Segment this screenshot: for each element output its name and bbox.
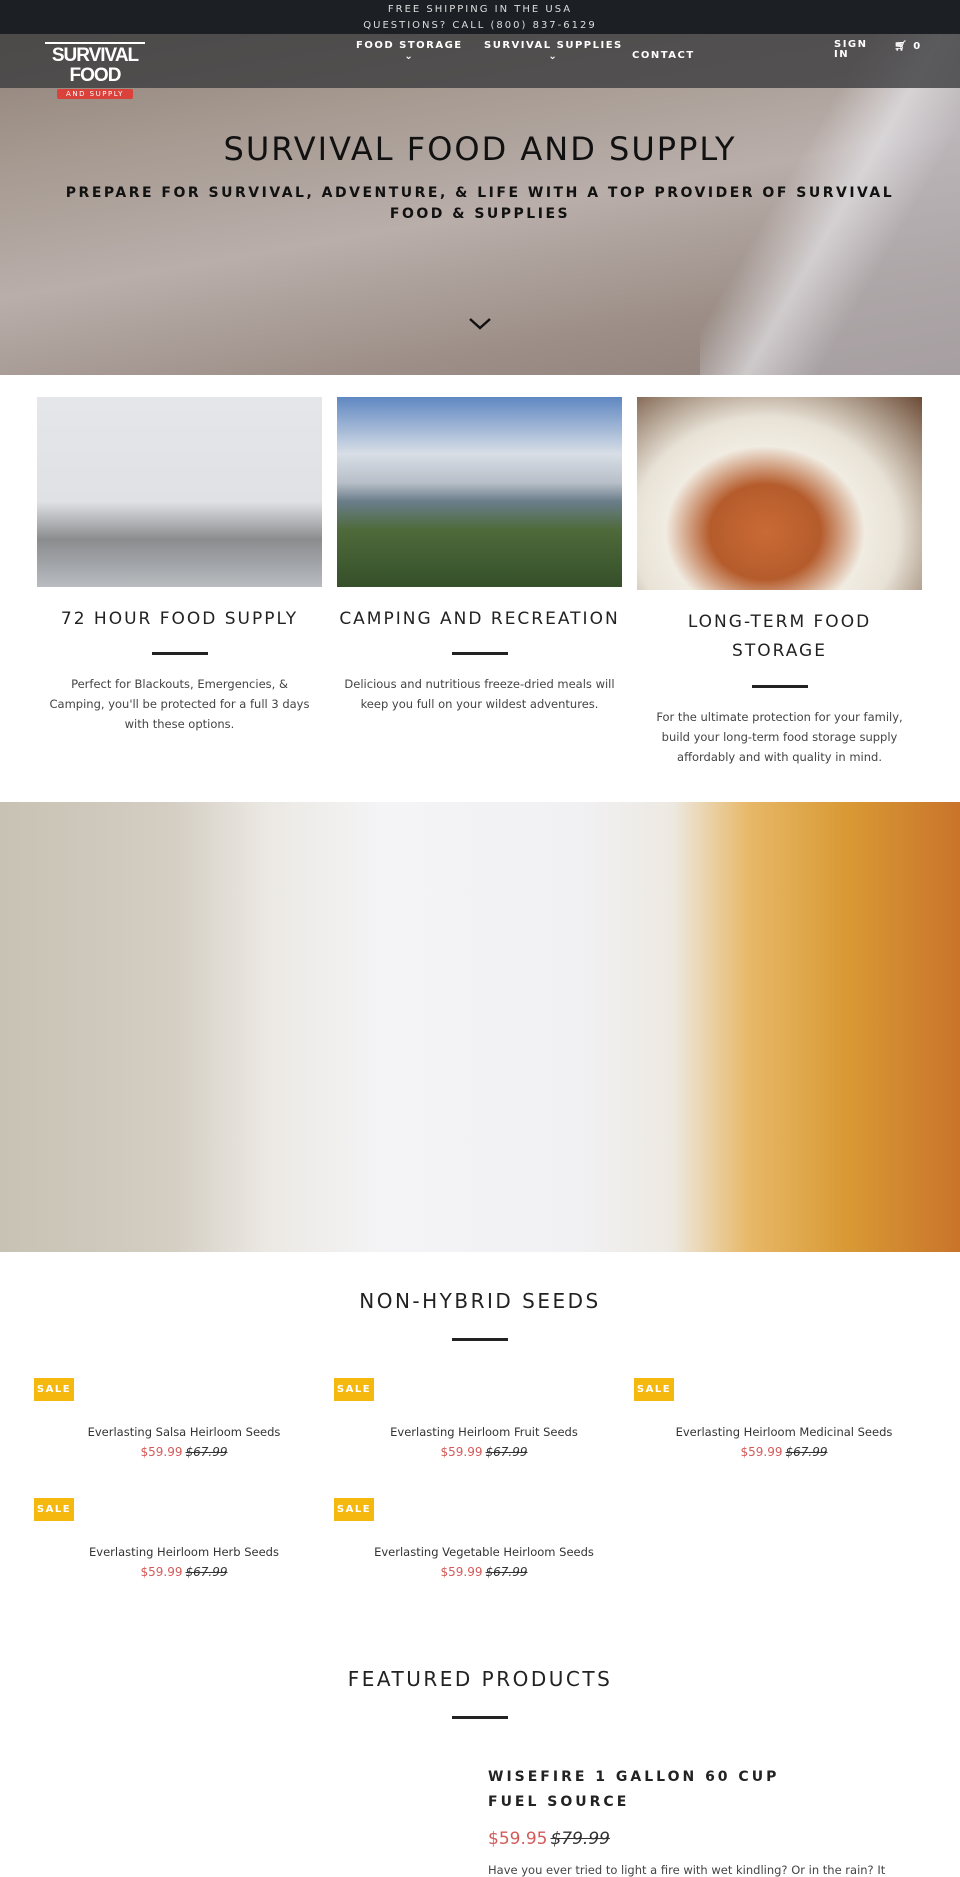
card-image-lasagna[interactable] — [637, 397, 922, 590]
product-price: $59.99 $67.99 — [440, 1565, 528, 1579]
sale-badge: SALE — [34, 1378, 74, 1401]
phone-notice: QUESTIONS? CALL (800) 837-6129 — [363, 20, 597, 31]
card-text: Delicious and nutritious freeze-dried me… — [344, 677, 615, 711]
product-name[interactable]: Everlasting Heirloom Fruit Seeds — [334, 1425, 634, 1439]
product-price: $59.99 $67.99 — [140, 1565, 228, 1579]
sale-badge: SALE — [34, 1498, 74, 1521]
divider — [452, 1716, 508, 1719]
announcement-bar: FREE SHIPPING IN THE USA QUESTIONS? CALL… — [0, 0, 960, 34]
divider — [452, 652, 508, 655]
divider — [152, 652, 208, 655]
seeds-heading: NON-HYBRID SEEDS — [359, 1289, 601, 1313]
divider — [452, 1338, 508, 1341]
main-nav: SURVIVAL FOOD AND SUPPLY FOOD STORAGE ⌄ S… — [0, 34, 960, 99]
cart-button[interactable]: 🛒︎ 0 — [894, 41, 922, 52]
hero-subtitle: PREPARE FOR SURVIVAL, ADVENTURE, & LIFE … — [65, 185, 895, 222]
sale-badge: SALE — [334, 1498, 374, 1521]
card-text: For the ultimate protection for your fam… — [656, 710, 903, 764]
featured-price: $59.95 $79.99 — [488, 1829, 610, 1849]
product-name[interactable]: Everlasting Heirloom Herb Seeds — [34, 1545, 334, 1559]
card-title[interactable]: LONG-TERM FOOD STORAGE — [667, 608, 892, 666]
scroll-down-icon[interactable] — [468, 312, 492, 336]
product-price: $59.99 $67.99 — [740, 1445, 828, 1459]
cart-icon: 🛒︎ — [894, 41, 909, 52]
featured-heading: FEATURED PRODUCTS — [347, 1667, 613, 1691]
hero-title: SURVIVAL FOOD AND SUPPLY — [223, 130, 737, 168]
card-title[interactable]: 72 HOUR FOOD SUPPLY — [37, 605, 322, 634]
shipping-notice: FREE SHIPPING IN THE USA — [387, 4, 573, 15]
product-name[interactable]: Everlasting Salsa Heirloom Seeds — [34, 1425, 334, 1439]
nav-food-storage[interactable]: FOOD STORAGE ⌄ — [356, 40, 463, 62]
featured-product-title[interactable]: WISEFIRE 1 GALLON 60 CUP FUEL SOURCE — [488, 1765, 808, 1815]
chevron-down-icon: ⌄ — [548, 51, 559, 62]
product-name[interactable]: Everlasting Heirloom Medicinal Seeds — [634, 1425, 934, 1439]
parallax-image — [0, 802, 960, 1252]
card-text: Perfect for Blackouts, Emergencies, & Ca… — [49, 677, 310, 731]
card-image-ice-storm[interactable] — [37, 397, 322, 587]
product-name[interactable]: Everlasting Vegetable Heirloom Seeds — [334, 1545, 634, 1559]
product-price: $59.99 $67.99 — [140, 1445, 228, 1459]
logo[interactable]: SURVIVAL FOOD AND SUPPLY — [45, 42, 145, 99]
nav-contact[interactable]: CONTACT — [632, 50, 695, 61]
sign-in-link[interactable]: SIGN IN — [834, 40, 868, 60]
card-image-landscape[interactable] — [337, 397, 622, 587]
card-title[interactable]: CAMPING AND RECREATION — [337, 605, 622, 634]
sale-badge: SALE — [334, 1378, 374, 1401]
sale-badge: SALE — [634, 1378, 674, 1401]
divider — [752, 685, 808, 688]
product-price: $59.99 $67.99 — [440, 1445, 528, 1459]
nav-survival-supplies[interactable]: SURVIVAL SUPPLIES ⌄ — [484, 40, 623, 62]
chevron-down-icon: ⌄ — [404, 51, 415, 62]
